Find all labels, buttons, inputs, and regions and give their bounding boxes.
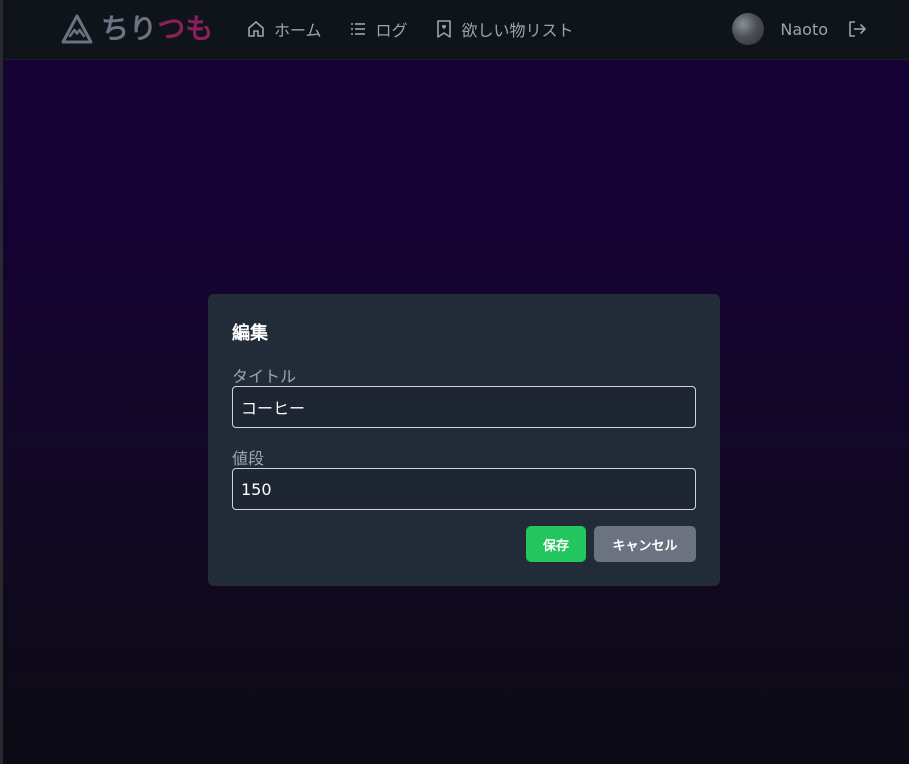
home-icon: [248, 21, 264, 37]
nav-item-wishlist[interactable]: 欲しい物リスト: [434, 16, 574, 42]
bookmark-heart-icon: [436, 20, 451, 38]
list-icon: [350, 23, 365, 35]
mountain-logo-icon: [61, 14, 93, 44]
title-input[interactable]: [232, 386, 696, 428]
nav-item-log-label: ログ: [375, 21, 408, 40]
logo-text-pink: つも: [157, 12, 214, 45]
app-logo[interactable]: ちりつも: [61, 12, 213, 46]
app-background: ちりつも ホーム ログ 欲しい物リスト Naoto 編集 タイトル コーヒー 値…: [0, 0, 909, 764]
nav-item-log[interactable]: ログ: [348, 16, 408, 42]
avatar[interactable]: [732, 13, 765, 45]
price-field-label: 値段: [232, 449, 265, 468]
user-menu: Naoto: [732, 13, 868, 45]
nav-menu: ホーム ログ 欲しい物リスト: [246, 16, 600, 42]
title-field-label: タイトル: [232, 367, 297, 386]
username: Naoto: [780, 19, 828, 39]
nav-item-home[interactable]: ホーム: [246, 16, 322, 42]
logo-text-gray: ちり: [101, 12, 158, 45]
logo-text: ちりつも: [101, 12, 213, 46]
nav-item-wishlist-label: 欲しい物リスト: [461, 21, 574, 40]
nav-item-home-label: ホーム: [274, 21, 322, 40]
save-button[interactable]: 保存: [526, 526, 586, 562]
cancel-button[interactable]: キャンセル: [594, 526, 696, 562]
logout-icon[interactable]: [846, 18, 868, 40]
top-navbar: ちりつも ホーム ログ 欲しい物リスト Naoto: [3, 0, 909, 60]
modal-title: 編集: [232, 323, 268, 344]
edit-modal: 編集 タイトル 値段 保存 キャンセル: [208, 294, 720, 586]
price-input[interactable]: [232, 468, 696, 510]
